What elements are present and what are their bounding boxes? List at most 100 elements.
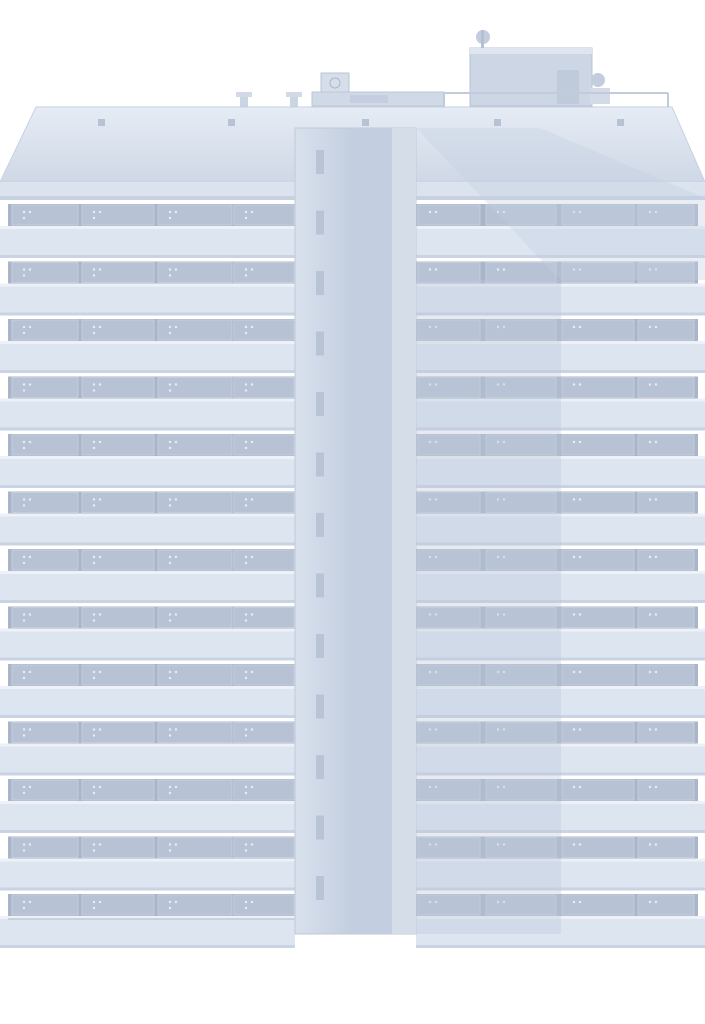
window-glint [174, 210, 178, 214]
window-glint [578, 498, 582, 501]
balcony-slab-left [0, 916, 295, 948]
window-glint [244, 728, 248, 731]
slab-highlight [0, 456, 295, 459]
window-glint [250, 785, 254, 789]
slab-highlight [0, 743, 295, 747]
window-pane [561, 434, 635, 456]
window-glint [250, 210, 254, 214]
window-glint [648, 900, 652, 904]
window-glint [654, 670, 658, 674]
window-pane [81, 779, 155, 801]
window-glint [98, 268, 102, 271]
window-glint [244, 440, 248, 444]
window-glint [654, 498, 658, 501]
window-glint [28, 728, 32, 731]
core-slot [316, 513, 324, 537]
window-pane [157, 549, 233, 571]
window-glint [578, 555, 582, 559]
window-glint [648, 843, 652, 846]
window-glint [654, 555, 658, 559]
balcony-slab-left [0, 513, 295, 546]
window-pane [81, 204, 155, 226]
balcony-slab-left [0, 686, 295, 718]
window-glint [250, 900, 254, 904]
window-glint [244, 383, 248, 386]
window-glint [22, 849, 26, 852]
window-glint [92, 791, 96, 795]
window-glint [168, 728, 172, 731]
window-glint [92, 900, 96, 904]
window-glint [244, 504, 248, 507]
window-glint [22, 676, 26, 680]
window-glint [244, 561, 248, 565]
slab-highlight [0, 571, 295, 574]
window-pane [11, 607, 79, 628]
window-glint [244, 331, 248, 335]
window-pane [233, 837, 295, 858]
window-pane [637, 434, 695, 456]
window-glint [98, 555, 102, 559]
window-glint [22, 268, 26, 271]
window-pane [81, 549, 155, 571]
window-glint [92, 734, 96, 737]
window-glint [92, 446, 96, 450]
window-glint [98, 613, 102, 616]
window-glint [22, 446, 26, 450]
balcony-slab-left [0, 283, 295, 316]
window-glint [244, 274, 248, 277]
window-pane [11, 894, 79, 916]
window-pane [11, 837, 79, 858]
window-glint [250, 613, 254, 616]
window-pane [233, 894, 295, 916]
core-slot [316, 876, 324, 900]
window-pane [561, 492, 635, 513]
window-pane [637, 549, 695, 571]
window-pane [81, 837, 155, 858]
window-pane [157, 837, 233, 858]
window-glint [98, 440, 102, 444]
window-glint [92, 561, 96, 565]
window-pane [561, 319, 635, 341]
window-glint [648, 613, 652, 616]
window-glint [250, 383, 254, 386]
window-glint [250, 728, 254, 731]
core-slot [316, 392, 324, 416]
window-glint [578, 670, 582, 674]
window-glint [92, 849, 96, 852]
window-pane [637, 319, 695, 341]
window-glint [244, 619, 248, 622]
window-pane [81, 664, 155, 686]
window-glint [168, 440, 172, 444]
window-glint [174, 843, 178, 846]
window-pane [233, 549, 295, 571]
window-glint [22, 900, 26, 904]
window-glint [428, 210, 432, 214]
window-pane [637, 894, 695, 916]
window-pane [11, 434, 79, 456]
window-glint [572, 383, 576, 386]
window-pane [157, 894, 233, 916]
window-glint [654, 613, 658, 616]
window-glint [92, 216, 96, 220]
window-glint [654, 383, 658, 386]
window-glint [168, 331, 172, 335]
window-pane [417, 262, 481, 283]
window-glint [244, 613, 248, 616]
window-pane [417, 204, 481, 226]
window-glint [572, 843, 576, 846]
window-glint [168, 900, 172, 904]
window-pane [233, 607, 295, 628]
window-pane [233, 779, 295, 801]
window-pane [637, 722, 695, 743]
window-pane [157, 434, 233, 456]
window-pane [637, 779, 695, 801]
window-glint [648, 670, 652, 674]
window-glint [98, 843, 102, 846]
window-glint [22, 555, 26, 559]
window-glint [92, 843, 96, 846]
window-glint [174, 785, 178, 789]
window-glint [22, 325, 26, 329]
window-glint [572, 440, 576, 444]
window-glint [28, 498, 32, 501]
window-glint [572, 785, 576, 789]
